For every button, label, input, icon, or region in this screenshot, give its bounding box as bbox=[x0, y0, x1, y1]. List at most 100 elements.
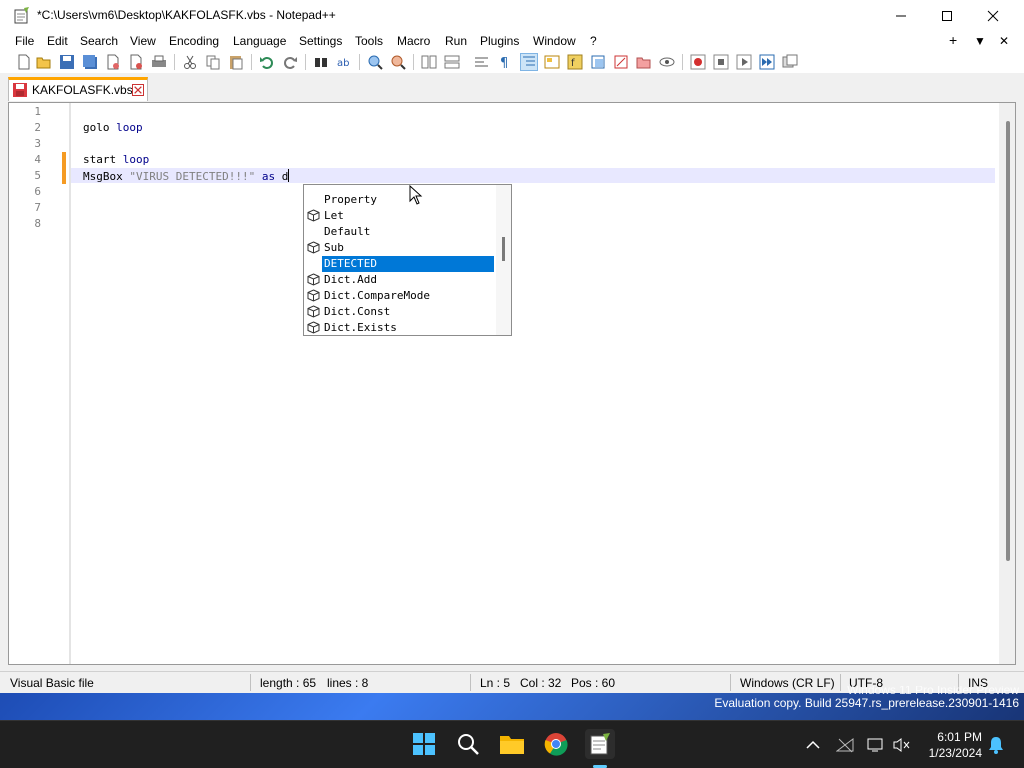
code-editor[interactable]: 1 2 3 4 5 6 7 8 golo loop start loop Msg… bbox=[8, 102, 1016, 665]
document-map-icon[interactable] bbox=[544, 54, 560, 70]
undo-icon[interactable] bbox=[259, 54, 275, 70]
search-button[interactable] bbox=[453, 729, 483, 759]
play-macro-icon[interactable] bbox=[736, 54, 752, 70]
indent-guide-icon[interactable] bbox=[520, 53, 538, 71]
word-wrap-icon[interactable] bbox=[474, 54, 490, 70]
text-caret bbox=[288, 169, 290, 182]
autocomplete-item[interactable]: Property bbox=[304, 192, 494, 208]
autocomplete-item[interactable]: Dict.Add bbox=[304, 272, 494, 288]
notepadpp-taskbar-button[interactable] bbox=[585, 729, 615, 759]
find-icon[interactable] bbox=[313, 54, 329, 70]
autocomplete-item[interactable]: Dict.CompareMode bbox=[304, 288, 494, 304]
notepadpp-window: *C:\Users\vm6\Desktop\KAKFOLASFK.vbs - N… bbox=[0, 0, 1024, 693]
sync-horizontal-icon[interactable] bbox=[444, 54, 460, 70]
minimize-button[interactable] bbox=[878, 0, 924, 31]
cube-icon bbox=[307, 209, 320, 222]
cube-icon bbox=[307, 241, 320, 254]
autocomplete-list[interactable]: Property Let Default Sub DETECTED Dict.A… bbox=[303, 184, 512, 336]
network-tray-button[interactable] bbox=[835, 735, 855, 755]
menu-window[interactable]: Window bbox=[533, 34, 576, 48]
record-macro-icon[interactable] bbox=[690, 54, 706, 70]
svg-text:ab: ab bbox=[337, 58, 349, 69]
close-document-button[interactable]: ✕ bbox=[999, 34, 1009, 48]
tab-kakfolasfk-vbs[interactable]: KAKFOLASFK.vbs bbox=[8, 77, 148, 101]
menu-tools[interactable]: Tools bbox=[355, 34, 383, 48]
autocomplete-item[interactable]: Dict.Const bbox=[304, 304, 494, 320]
menu-encoding[interactable]: Encoding bbox=[169, 34, 219, 48]
zoom-out-icon[interactable] bbox=[390, 54, 406, 70]
menu-language[interactable]: Language bbox=[233, 34, 286, 48]
close-all-icon[interactable] bbox=[128, 54, 144, 70]
bell-icon bbox=[989, 737, 1003, 754]
print-icon[interactable] bbox=[151, 54, 167, 70]
menu-run[interactable]: Run bbox=[445, 34, 467, 48]
menu-settings[interactable]: Settings bbox=[299, 34, 342, 48]
start-button[interactable] bbox=[409, 729, 439, 759]
title-bar[interactable]: *C:\Users\vm6\Desktop\KAKFOLASFK.vbs - N… bbox=[0, 0, 1024, 31]
close-button[interactable] bbox=[970, 0, 1016, 31]
menu-macro[interactable]: Macro bbox=[397, 34, 430, 48]
autocomplete-item[interactable]: Let bbox=[304, 208, 494, 224]
save-icon[interactable] bbox=[59, 54, 75, 70]
copy-icon[interactable] bbox=[205, 54, 221, 70]
volume-tray-button[interactable] bbox=[892, 735, 912, 755]
folder-icon[interactable] bbox=[636, 54, 652, 70]
autocomplete-item[interactable]: Dict.Exists bbox=[304, 320, 494, 335]
scrollbar-thumb[interactable] bbox=[502, 237, 505, 261]
menu-help[interactable]: ? bbox=[590, 34, 597, 48]
autocomplete-item[interactable]: Sub bbox=[304, 240, 494, 256]
cube-icon bbox=[307, 289, 320, 302]
autocomplete-item[interactable]: Default bbox=[304, 224, 494, 240]
menu-search[interactable]: Search bbox=[80, 34, 118, 48]
notifications-button[interactable] bbox=[986, 735, 1006, 755]
run-macro-multiple-icon[interactable] bbox=[759, 54, 775, 70]
close-file-icon[interactable] bbox=[105, 54, 121, 70]
document-list-icon[interactable] bbox=[613, 54, 629, 70]
tab-list-dropdown[interactable]: ▼ bbox=[974, 34, 986, 48]
toolbar: ab ¶ f bbox=[0, 51, 1024, 73]
chrome-button[interactable] bbox=[541, 729, 571, 759]
folder-as-workspace-icon[interactable] bbox=[590, 54, 606, 70]
file-explorer-button[interactable] bbox=[497, 729, 527, 759]
show-hidden-icons-button[interactable] bbox=[803, 735, 823, 755]
line-number: 8 bbox=[34, 217, 41, 230]
show-all-characters-icon[interactable]: ¶ bbox=[497, 54, 513, 70]
mouse-cursor-icon bbox=[409, 185, 423, 205]
scrollbar-thumb[interactable] bbox=[1006, 121, 1010, 561]
monitoring-icon[interactable] bbox=[659, 54, 675, 70]
code-token: start bbox=[83, 153, 123, 166]
display-tray-button[interactable] bbox=[866, 735, 886, 755]
maximize-button[interactable] bbox=[924, 0, 970, 31]
menu-view[interactable]: View bbox=[130, 34, 156, 48]
vertical-scrollbar[interactable] bbox=[999, 103, 1015, 664]
tab-close-icon[interactable] bbox=[132, 84, 144, 96]
line-number: 6 bbox=[34, 185, 41, 198]
redo-icon[interactable] bbox=[282, 54, 298, 70]
cut-icon[interactable] bbox=[182, 54, 198, 70]
chrome-icon bbox=[544, 733, 568, 756]
file-explorer-icon bbox=[500, 736, 524, 754]
status-ln: Ln : 5 bbox=[480, 676, 511, 690]
open-file-icon[interactable] bbox=[36, 54, 52, 70]
replace-icon[interactable]: ab bbox=[336, 54, 352, 70]
chevron-up-icon bbox=[806, 740, 820, 749]
paste-icon[interactable] bbox=[228, 54, 244, 70]
line-number: 7 bbox=[34, 201, 41, 214]
zoom-in-icon[interactable] bbox=[367, 54, 383, 70]
menu-edit[interactable]: Edit bbox=[47, 34, 68, 48]
taskbar-clock[interactable]: 6:01 PM 1/23/2024 bbox=[918, 729, 982, 761]
menu-file[interactable]: File bbox=[15, 34, 34, 48]
new-file-icon[interactable] bbox=[16, 54, 32, 70]
function-list-icon[interactable]: f bbox=[567, 54, 583, 70]
start-icon bbox=[413, 733, 435, 755]
stop-macro-icon[interactable] bbox=[713, 54, 729, 70]
status-col: Col : 32 bbox=[520, 676, 562, 690]
autocomplete-scrollbar[interactable] bbox=[496, 185, 511, 335]
save-all-icon[interactable] bbox=[82, 54, 98, 70]
sync-vertical-icon[interactable] bbox=[421, 54, 437, 70]
menu-plugins[interactable]: Plugins bbox=[480, 34, 519, 48]
autocomplete-item-selected[interactable]: DETECTED bbox=[304, 256, 494, 272]
taskbar: 6:01 PM 1/23/2024 bbox=[0, 720, 1024, 768]
save-macro-icon[interactable] bbox=[782, 54, 798, 70]
new-tab-button[interactable]: + bbox=[949, 32, 957, 48]
